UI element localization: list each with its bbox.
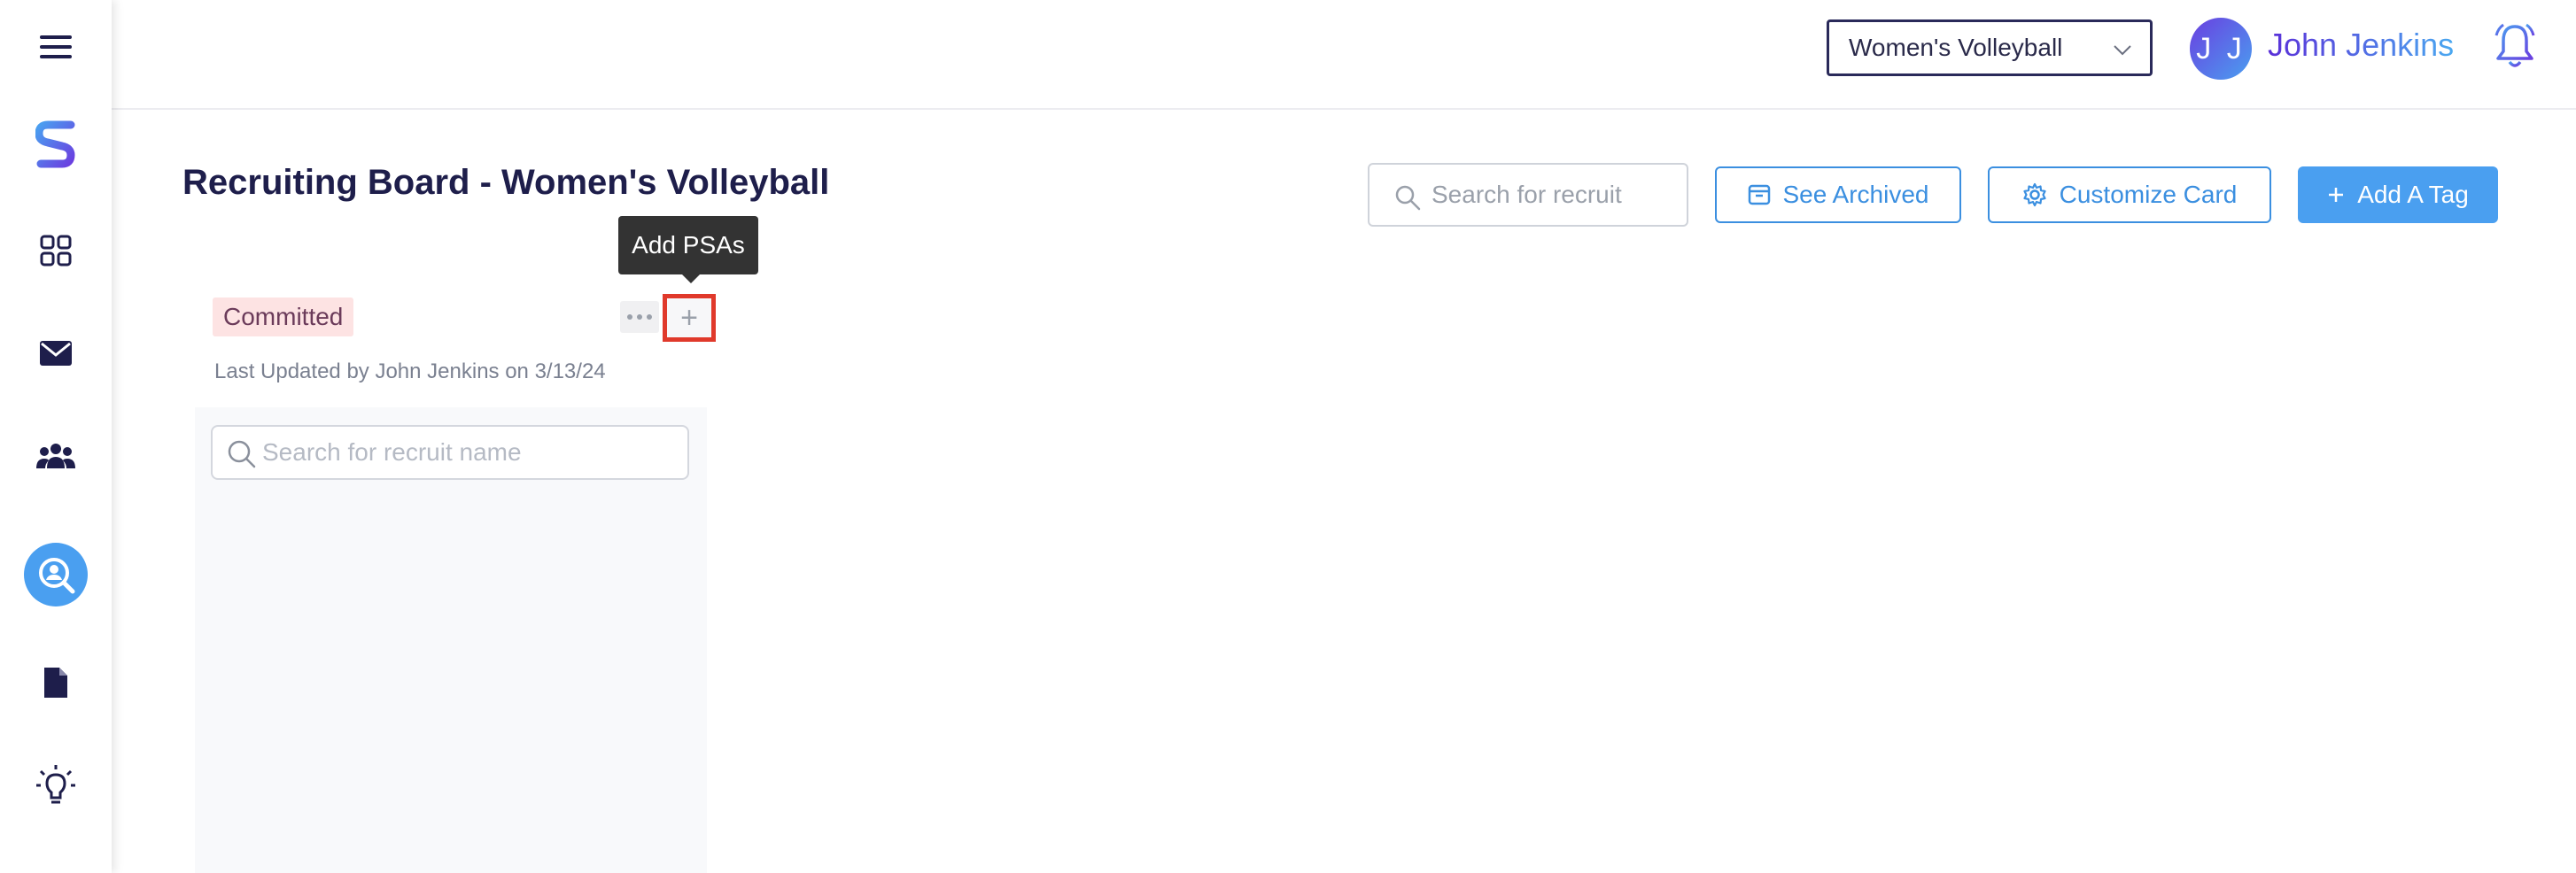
sidebar-item-recruiting[interactable] bbox=[0, 535, 112, 614]
sidebar bbox=[0, 0, 112, 873]
brand-logo[interactable] bbox=[0, 104, 112, 184]
chevron-down-icon bbox=[2114, 45, 2131, 56]
notifications-button[interactable] bbox=[2495, 23, 2535, 75]
search-icon bbox=[1395, 185, 1421, 211]
top-header: Women's Volleyball J J John Jenkins bbox=[112, 0, 2576, 110]
sidebar-item-ideas[interactable] bbox=[0, 746, 112, 825]
gear-icon bbox=[2023, 182, 2046, 207]
plus-icon: + bbox=[680, 300, 698, 335]
bell-icon bbox=[2495, 23, 2535, 67]
page-title: Recruiting Board - Women's Volleyball bbox=[182, 163, 830, 202]
brand-logo-icon bbox=[35, 120, 75, 168]
plus-icon bbox=[2329, 188, 2344, 202]
sidebar-item-dashboard[interactable] bbox=[0, 211, 112, 290]
sidebar-item-documents[interactable] bbox=[0, 643, 112, 722]
user-name[interactable]: John Jenkins bbox=[2268, 27, 2454, 64]
sport-select-value: Women's Volleyball bbox=[1849, 34, 2063, 61]
add-psas-button[interactable]: + bbox=[663, 294, 716, 342]
recruit-search-box[interactable] bbox=[1368, 163, 1688, 227]
column-search-box[interactable] bbox=[211, 425, 689, 480]
search-icon bbox=[228, 440, 256, 468]
column-more-button[interactable] bbox=[620, 301, 659, 333]
sidebar-item-teams[interactable] bbox=[0, 416, 112, 496]
recruit-name-search-input[interactable] bbox=[262, 438, 670, 467]
active-indicator bbox=[24, 543, 88, 606]
document-icon bbox=[44, 668, 67, 698]
see-archived-label: See Archived bbox=[1782, 181, 1929, 208]
customize-card-label: Customize Card bbox=[2059, 181, 2238, 208]
see-archived-button[interactable]: See Archived bbox=[1715, 166, 1961, 223]
lightbulb-icon bbox=[36, 765, 75, 804]
people-group-icon bbox=[36, 444, 75, 468]
recruit-search-icon bbox=[39, 558, 75, 594]
last-updated-text: Last Updated by John Jenkins on 3/13/24 bbox=[214, 359, 606, 383]
customize-card-button[interactable]: Customize Card bbox=[1988, 166, 2271, 223]
hamburger-menu-button[interactable] bbox=[0, 7, 112, 87]
ellipsis-icon bbox=[627, 314, 652, 320]
add-psas-tooltip: Add PSAs bbox=[618, 216, 758, 283]
avatar[interactable]: J J bbox=[2190, 18, 2252, 80]
add-tag-button[interactable]: Add A Tag bbox=[2298, 166, 2498, 223]
avatar-initials: J J bbox=[2196, 31, 2246, 66]
add-tag-label: Add A Tag bbox=[2357, 181, 2469, 208]
envelope-icon bbox=[40, 341, 72, 366]
recruit-search-input[interactable] bbox=[1432, 181, 1671, 209]
status-tag-label: Committed bbox=[223, 303, 344, 330]
archive-box-icon bbox=[1748, 184, 1770, 205]
hamburger-menu-icon bbox=[40, 35, 72, 58]
sidebar-item-messages[interactable] bbox=[0, 313, 112, 393]
sport-select[interactable]: Women's Volleyball bbox=[1827, 19, 2153, 76]
dashboard-grid-icon bbox=[40, 235, 72, 267]
board-column-committed bbox=[195, 407, 707, 873]
status-tag-committed[interactable]: Committed bbox=[213, 297, 354, 336]
